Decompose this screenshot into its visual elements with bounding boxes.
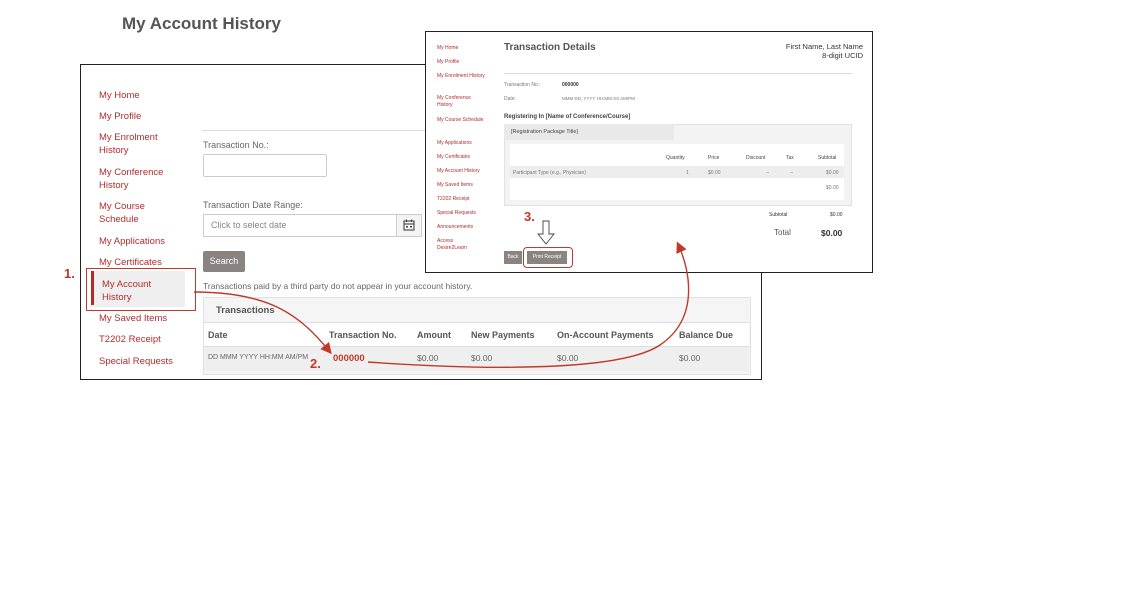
cell-balance-due: $0.00 [679, 353, 701, 363]
column-header-amount: Amount [417, 330, 451, 340]
sidebar-item-my-home[interactable]: My Home [99, 89, 179, 102]
registering-in-heading: Registering In [Name of Conference/Cours… [504, 114, 631, 120]
detail-sidebar-enrolment-history[interactable]: My Enrolment History [437, 73, 487, 80]
line-item-description: Participant Type (e.g., Physician) [513, 170, 586, 176]
back-button[interactable]: Back [504, 251, 522, 264]
user-ucid: 8-digit UCID [822, 51, 863, 60]
sidebar-item-my-profile[interactable]: My Profile [99, 110, 179, 123]
column-header-on-account-payments: On-Account Payments [557, 330, 654, 340]
date-range-placeholder: Click to select date [211, 220, 287, 230]
column-header-tax: Tax [786, 155, 794, 161]
title-divider [202, 130, 442, 131]
page-title: My Account History [122, 14, 282, 33]
column-header-new-payments: New Payments [471, 330, 535, 340]
column-header-transaction-no: Transaction No. [329, 330, 397, 340]
step1-label: 1. [64, 266, 75, 281]
detail-sidebar-my-home[interactable]: My Home [437, 45, 487, 52]
total-label: Total [774, 228, 791, 237]
line-item-discount: -- [766, 170, 770, 176]
total-value: $0.00 [821, 228, 843, 238]
sidebar-item-special-requests[interactable]: Special Requests [99, 355, 179, 368]
transaction-no-label: Transaction No.: [203, 140, 269, 150]
line-item-subtotal: $0.00 [826, 170, 839, 176]
transaction-number-link[interactable]: 000000 [333, 353, 365, 364]
detail-transaction-no: 000000 [562, 82, 579, 88]
third-party-note: Transactions paid by a third party do no… [203, 281, 473, 291]
detail-sidebar-announcements[interactable]: Announcements [437, 224, 487, 231]
line-item-quantity: 1 [686, 170, 689, 176]
detail-sidebar-applications[interactable]: My Applications [437, 140, 487, 147]
sidebar-item-conference-history[interactable]: My Conference History [99, 166, 179, 192]
user-identity: First Name, Last Name 8-digit UCID [786, 42, 863, 60]
column-header-date: Date [208, 330, 228, 340]
column-header-price: Price [708, 155, 720, 161]
print-receipt-highlight [523, 247, 573, 268]
user-name: First Name, Last Name [785, 42, 863, 51]
detail-page-title: Transaction Details [504, 42, 596, 53]
detail-sidebar-my-profile[interactable]: My Profile [437, 59, 487, 66]
sidebar-item-enrolment-history[interactable]: My Enrolment History [99, 131, 179, 157]
column-header-quantity: Quantity [666, 155, 685, 161]
column-header-discount: Discount [746, 155, 766, 161]
detail-sidebar-account-history[interactable]: My Account History [437, 168, 493, 175]
step1-highlight-box [86, 268, 196, 311]
cell-on-account-payments: $0.00 [557, 353, 579, 363]
search-button[interactable]: Search [203, 251, 245, 272]
calendar-button[interactable] [396, 214, 422, 237]
detail-date-value: MMM DD, YYYY HH:MM:SS AM/PM [562, 96, 635, 101]
sidebar-item-t2202-receipt[interactable]: T2202 Receipt [99, 333, 179, 346]
calendar-icon [403, 219, 415, 231]
cell-amount: $0.00 [417, 353, 439, 363]
detail-transaction-no-label: Transaction No.: [504, 82, 541, 88]
sidebar-item-saved-items[interactable]: My Saved Items [99, 312, 179, 325]
detail-title-divider [504, 73, 852, 74]
detail-sidebar-desire2learn[interactable]: Access Desire2Learn [437, 238, 475, 251]
line-item-tax: -- [790, 170, 794, 176]
detail-sidebar-certificates[interactable]: My Certificates [437, 154, 487, 161]
line-item-price: $0.00 [708, 170, 721, 176]
detail-sidebar-special-requests[interactable]: Special Requests [437, 210, 487, 217]
transaction-details-panel: My Home My Profile My Enrolment History … [425, 31, 873, 273]
detail-sidebar-conference-history[interactable]: My Conference History [437, 95, 487, 108]
subtotal-label: Subtotal [769, 212, 788, 218]
cell-date: DD MMM YYYY HH:MM AM/PM [208, 354, 309, 361]
column-header-subtotal: Subtotal [818, 155, 837, 161]
sidebar-item-applications[interactable]: My Applications [99, 235, 179, 248]
cell-new-payments: $0.00 [471, 353, 493, 363]
detail-sidebar-course-schedule[interactable]: My Course Schedule [437, 117, 487, 124]
package-title: [Registration Package Title] [511, 129, 578, 135]
date-range-label: Transaction Date Range: [203, 200, 303, 210]
package-subtotal: $0.00 [826, 185, 839, 191]
detail-date-label: Date: [504, 96, 516, 102]
detail-sidebar-saved-items[interactable]: My Saved Items [437, 182, 487, 189]
step2-label: 2. [310, 356, 321, 371]
column-header-balance-due: Balance Due [679, 330, 734, 340]
subtotal-value: $0.00 [830, 212, 843, 218]
detail-sidebar-t2202-receipt[interactable]: T2202 Receipt [437, 196, 487, 203]
transaction-no-input[interactable] [203, 154, 327, 177]
transactions-heading: Transactions [216, 305, 275, 316]
step3-label: 3. [524, 209, 535, 224]
sidebar-item-course-schedule[interactable]: My Course Schedule [99, 200, 179, 226]
